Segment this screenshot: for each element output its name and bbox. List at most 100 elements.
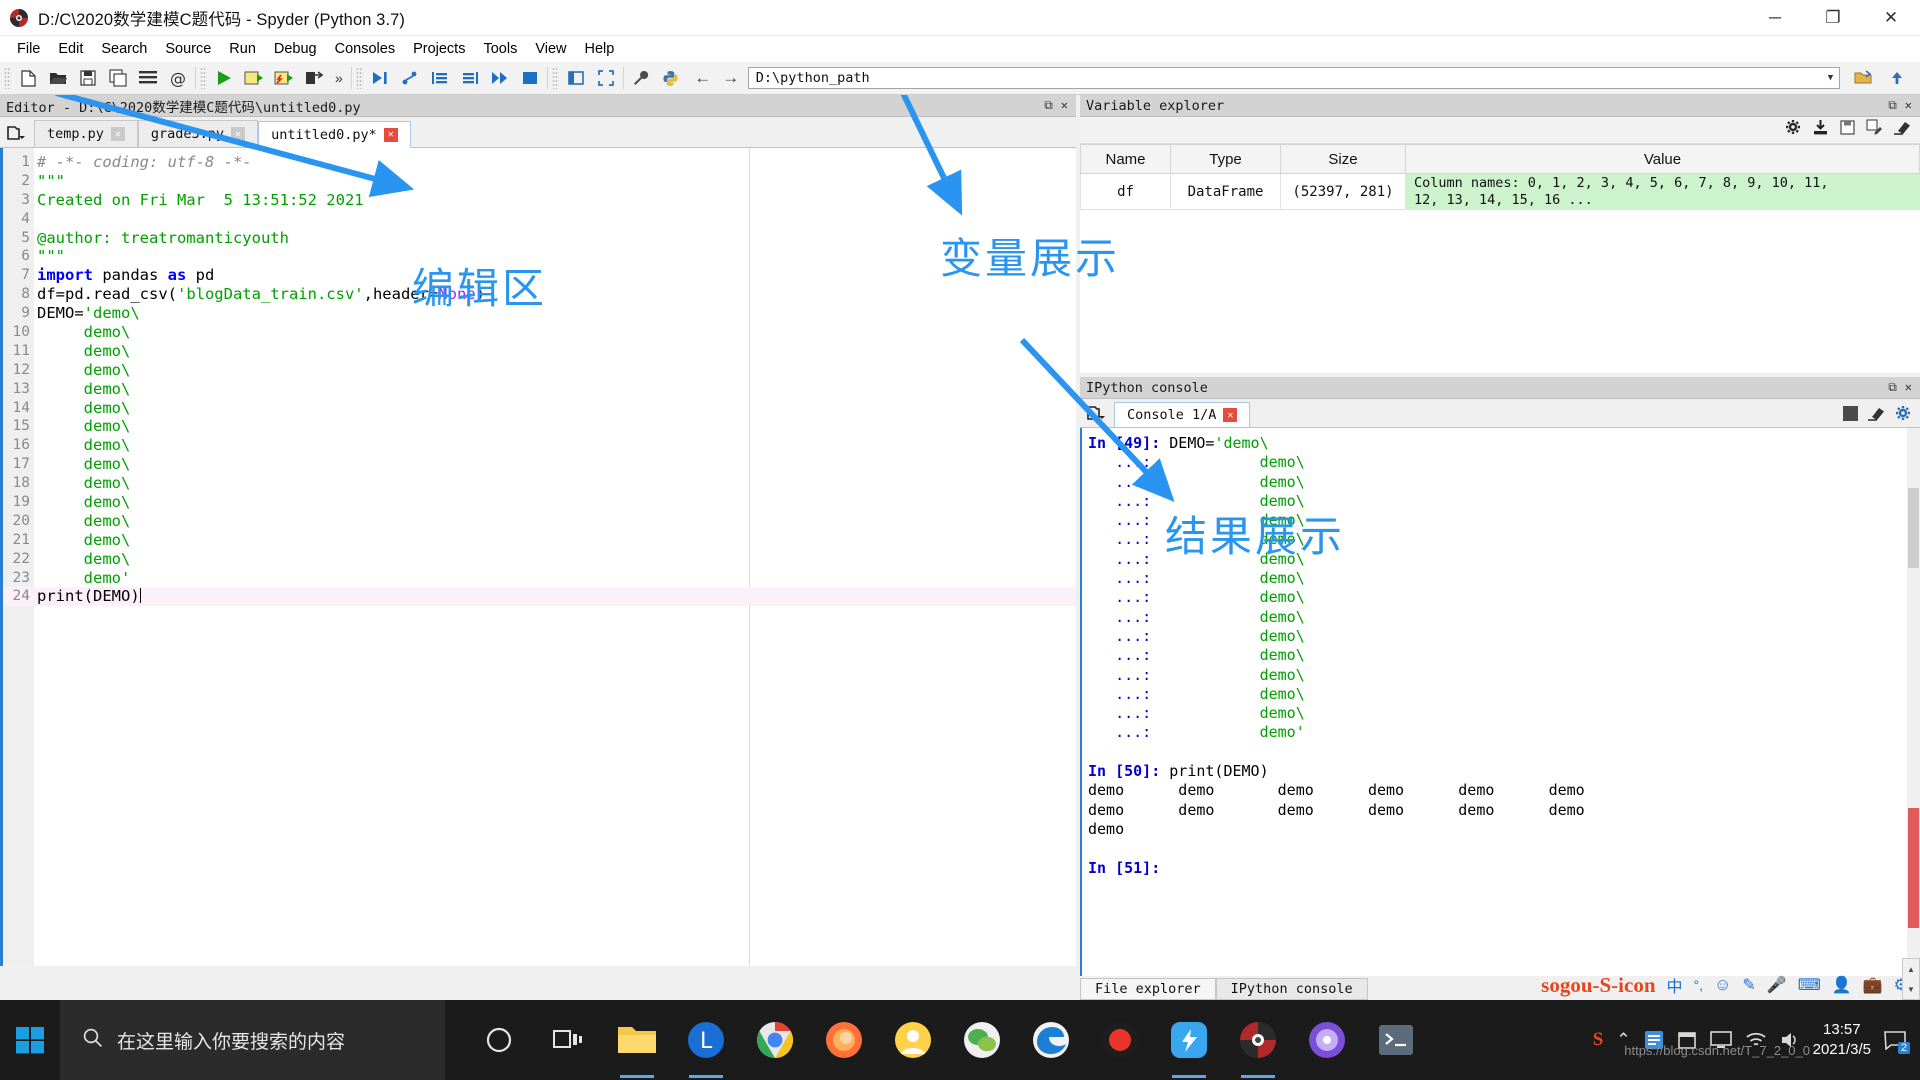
- console-tab-1A[interactable]: Console 1/A ✕: [1114, 402, 1251, 427]
- save-all-icon[interactable]: [103, 64, 133, 92]
- editor-line[interactable]: 2 """: [3, 172, 1076, 191]
- editor-line[interactable]: 16 demo\: [3, 436, 1076, 455]
- column-header-size[interactable]: Size: [1280, 144, 1406, 174]
- taskbar-search-box[interactable]: 在这里输入你要搜索的内容: [60, 1000, 445, 1080]
- sogou-S-icon[interactable]: sogou-S-icon: [1541, 973, 1655, 998]
- avatar-app-icon[interactable]: [884, 1011, 942, 1069]
- menu-debug[interactable]: Debug: [265, 39, 326, 59]
- run-cell-advance-icon[interactable]: [269, 64, 299, 92]
- notification-icon[interactable]: 2: [1884, 1030, 1910, 1054]
- edge-icon[interactable]: [1022, 1011, 1080, 1069]
- terminal-icon[interactable]: [1367, 1011, 1425, 1069]
- options-gear-icon[interactable]: [1785, 119, 1802, 141]
- run-selection-icon[interactable]: [299, 64, 329, 92]
- console-float-icon[interactable]: ⧉: [1888, 380, 1897, 395]
- close-icon[interactable]: ✕: [383, 127, 398, 142]
- ime-chinese-mode-icon[interactable]: 中: [1667, 973, 1683, 997]
- editor-line[interactable]: 11 demo\: [3, 342, 1076, 361]
- editor-line[interactable]: 21 demo\: [3, 531, 1076, 550]
- minimize-button[interactable]: ─: [1746, 0, 1804, 36]
- menu-run[interactable]: Run: [220, 39, 265, 59]
- parent-dir-icon[interactable]: [1882, 64, 1912, 92]
- tab-file-explorer[interactable]: File explorer: [1080, 978, 1216, 1000]
- variable-explorer-table[interactable]: Name Type Size Value df DataFrame (52397…: [1080, 144, 1920, 210]
- toolbar-grip[interactable]: [4, 67, 11, 89]
- task-view-icon[interactable]: [539, 1011, 597, 1069]
- toolbar-overflow-button[interactable]: »: [329, 70, 349, 86]
- editor-tab-temp[interactable]: temp.py ✕: [34, 120, 138, 147]
- open-dir-icon[interactable]: [1848, 64, 1878, 92]
- editor-line[interactable]: 6 """: [3, 247, 1076, 266]
- console-scrollbar[interactable]: [1907, 428, 1920, 976]
- debug-icon[interactable]: [365, 64, 395, 92]
- editor-line[interactable]: 12 demo\: [3, 361, 1076, 380]
- console-close-icon[interactable]: ✕: [1905, 380, 1912, 395]
- menu-view[interactable]: View: [526, 39, 575, 59]
- editor-line[interactable]: 1 # -*- coding: utf-8 -*-: [3, 153, 1076, 172]
- ime-emoji-icon[interactable]: ☺: [1714, 975, 1731, 995]
- variable-name-cell[interactable]: df: [1080, 173, 1171, 210]
- fullscreen-icon[interactable]: [591, 64, 621, 92]
- chevron-down-icon[interactable]: ▼: [1822, 68, 1839, 88]
- editor-line[interactable]: 24 print(DEMO): [3, 587, 1076, 607]
- file-list-icon[interactable]: [133, 64, 163, 92]
- editor-spin-control[interactable]: ▲ ▼: [1902, 958, 1920, 1000]
- continue-icon[interactable]: [485, 64, 515, 92]
- menu-help[interactable]: Help: [576, 39, 624, 59]
- wechat-icon[interactable]: [953, 1011, 1011, 1069]
- windows-start-icon[interactable]: [0, 1000, 60, 1080]
- import-data-icon[interactable]: [1812, 119, 1829, 141]
- spin-up-icon[interactable]: ▲: [1903, 959, 1919, 979]
- editor-line[interactable]: 15 demo\: [3, 417, 1076, 436]
- ime-toolbox-icon[interactable]: 💼: [1863, 975, 1883, 995]
- varexp-close-icon[interactable]: ✕: [1905, 98, 1912, 113]
- run-cell-icon[interactable]: [239, 64, 269, 92]
- clear-icon[interactable]: [1867, 406, 1886, 426]
- working-directory-combobox[interactable]: D:\python_path ▼: [747, 67, 1840, 89]
- at-icon[interactable]: @: [163, 64, 193, 92]
- variable-value-cell[interactable]: Column names: 0, 1, 2, 3, 4, 5, 6, 7, 8,…: [1405, 173, 1920, 210]
- editor-line[interactable]: 4: [3, 210, 1076, 229]
- close-icon[interactable]: ✕: [231, 127, 246, 141]
- run-icon[interactable]: [209, 64, 239, 92]
- menu-search[interactable]: Search: [92, 39, 156, 59]
- editor-tab-grade3[interactable]: grade3.py ✕: [137, 120, 259, 147]
- editor-float-icon[interactable]: ⧉: [1044, 98, 1053, 113]
- dingtalk-icon[interactable]: [1160, 1011, 1218, 1078]
- close-button[interactable]: ✕: [1862, 0, 1920, 36]
- editor-line[interactable]: 20 demo\: [3, 512, 1076, 531]
- taskbar-clock[interactable]: 13:57 2021/3/5: [1813, 1020, 1871, 1060]
- open-file-icon[interactable]: [43, 64, 73, 92]
- preferences-icon[interactable]: [561, 64, 591, 92]
- firefox-icon[interactable]: [815, 1011, 873, 1069]
- line-app-icon[interactable]: L: [677, 1011, 735, 1078]
- step-return-icon[interactable]: [455, 64, 485, 92]
- editor-line[interactable]: 13 demo\: [3, 380, 1076, 399]
- back-arrow-icon[interactable]: ←: [692, 66, 714, 90]
- editor-line[interactable]: 7 import pandas as pd: [3, 266, 1076, 285]
- forward-arrow-icon[interactable]: →: [720, 66, 742, 90]
- python-path-icon[interactable]: [656, 64, 686, 92]
- stop-icon[interactable]: [1843, 406, 1858, 426]
- editor-code-area[interactable]: 1 # -*- coding: utf-8 -*- 2 """ 3 Created on …: [0, 148, 1076, 966]
- spyder-icon[interactable]: [1229, 1011, 1287, 1078]
- editor-line[interactable]: 23 demo': [3, 569, 1076, 588]
- column-header-value[interactable]: Value: [1405, 144, 1920, 174]
- remove-all-icon[interactable]: [1893, 120, 1912, 140]
- ime-pen-icon[interactable]: ✎: [1742, 975, 1755, 995]
- ime-microphone-icon[interactable]: 🎤: [1767, 975, 1787, 995]
- editor-line[interactable]: 10 demo\: [3, 323, 1076, 342]
- save-file-icon[interactable]: [73, 64, 103, 92]
- cortana-circle-icon[interactable]: [470, 1011, 528, 1069]
- stop-icon[interactable]: [515, 64, 545, 92]
- editor-close-icon[interactable]: ✕: [1061, 98, 1068, 113]
- close-icon[interactable]: ✕: [110, 127, 125, 141]
- options-gear-icon[interactable]: [1895, 405, 1912, 427]
- new-file-icon[interactable]: [13, 64, 43, 92]
- tab-ipython-console[interactable]: IPython console: [1215, 978, 1368, 1000]
- editor-line[interactable]: 18 demo\: [3, 474, 1076, 493]
- record-red-icon[interactable]: [1091, 1011, 1149, 1069]
- editor-line[interactable]: 14 demo\: [3, 399, 1076, 418]
- toolbar-grip-2[interactable]: [200, 67, 207, 89]
- ime-punctuation-icon[interactable]: °,: [1694, 977, 1704, 993]
